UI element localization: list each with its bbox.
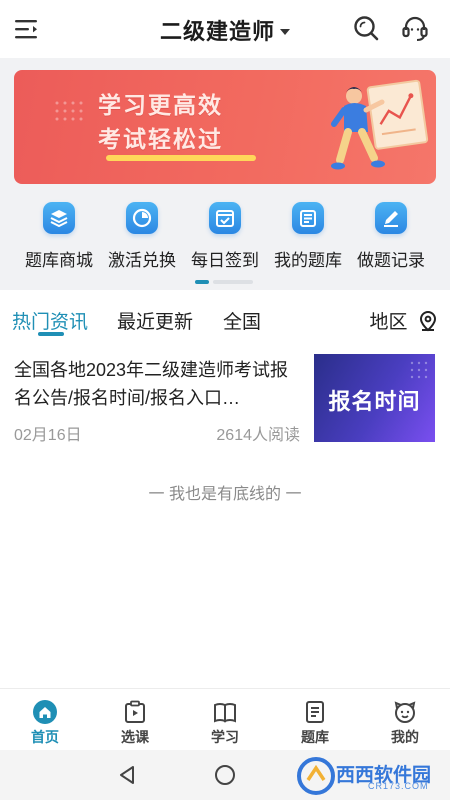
- region-selector[interactable]: 地区: [369, 307, 438, 333]
- news-read-count: 2614人阅读: [216, 427, 300, 444]
- bottom-tab-home[interactable]: 首页: [0, 689, 90, 747]
- search-icon[interactable]: [352, 14, 380, 42]
- watermark-subtext: CR173.COM: [368, 781, 429, 791]
- banner-slogan-1: 学习更高效: [98, 92, 223, 118]
- region-label: 地区: [369, 312, 408, 333]
- quick-nav-item-question-bank-store[interactable]: 题库商城: [14, 196, 104, 271]
- exam-selector[interactable]: 二级建造师: [0, 14, 450, 46]
- edit-icon: [375, 202, 407, 234]
- news-title: 全国各地2023年二级建造师考试报名公告/报名时间/报名入口…: [14, 360, 289, 408]
- app-header: 二级建造师: [0, 0, 450, 58]
- tab-indicator: [38, 332, 64, 336]
- bottom-tab-mine[interactable]: 我的: [360, 689, 450, 747]
- quick-nav-item-my-question-bank[interactable]: 我的题库: [263, 196, 353, 271]
- quick-nav-label: 我的题库: [274, 251, 342, 270]
- bottom-tab-study[interactable]: 学习: [180, 689, 270, 747]
- student-illustration: [331, 79, 429, 170]
- page-title: 二级建造师: [159, 19, 275, 44]
- document-icon: [306, 701, 324, 723]
- tab-recent-updates[interactable]: 最近更新: [117, 307, 193, 334]
- bottom-tab-label: 首页: [31, 729, 59, 745]
- layers-icon: [43, 202, 75, 234]
- dot-pattern-icon: [55, 101, 83, 121]
- dot-pattern-icon: [410, 361, 428, 379]
- quick-nav-label: 做题记录: [357, 251, 425, 270]
- face-icon: [394, 701, 416, 723]
- book-icon: [214, 703, 236, 723]
- quick-nav: 题库商城 激活兑换 每日签到 我的题库 做题记录: [0, 196, 450, 276]
- watermark: 西西软件园 CR173.COM: [296, 756, 446, 796]
- bottom-tab-courses[interactable]: 选课: [90, 689, 180, 747]
- back-triangle-icon[interactable]: [116, 763, 138, 787]
- quick-nav-label: 激活兑换: [108, 251, 176, 270]
- bottom-tab-label: 我的: [391, 729, 419, 745]
- quick-nav-label: 题库商城: [25, 251, 93, 270]
- bottom-tab-label: 题库: [301, 729, 329, 745]
- home-circle-icon[interactable]: [213, 763, 237, 787]
- home-icon: [33, 700, 57, 724]
- tab-hot-news[interactable]: 热门资讯: [12, 307, 88, 334]
- watermark-logo-icon: [297, 757, 335, 795]
- bottom-tab-label: 选课: [121, 729, 149, 745]
- list-end-message: 一 我也是有底线的 一: [148, 486, 302, 503]
- pager-indicator: [213, 280, 253, 284]
- news-thumbnail-text: 报名时间: [328, 389, 421, 414]
- news-date: 02月16日: [14, 427, 82, 444]
- location-pin-icon: [419, 310, 437, 331]
- bottom-tab-label: 学习: [211, 729, 239, 745]
- news-list-item[interactable]: 全国各地2023年二级建造师考试报名公告/报名时间/报名入口… 02月16日 2…: [0, 348, 450, 452]
- quick-nav-item-practice-record[interactable]: 做题记录: [346, 196, 436, 271]
- list-icon: [292, 202, 324, 234]
- banner-highlight: [106, 155, 256, 161]
- headset-icon[interactable]: [400, 14, 430, 44]
- calendar-check-icon: [209, 202, 241, 234]
- activate-icon: [126, 202, 158, 234]
- tab-nationwide[interactable]: 全国: [223, 307, 261, 334]
- bottom-tab-question-bank[interactable]: 题库: [270, 689, 360, 747]
- quick-nav-item-activate[interactable]: 激活兑换: [97, 196, 187, 271]
- promo-banner[interactable]: 学习更高效 考试轻松过: [14, 70, 436, 184]
- quick-nav-label: 每日签到: [191, 251, 259, 270]
- pager-indicator-active: [195, 280, 209, 284]
- quick-nav-item-daily-checkin[interactable]: 每日签到: [180, 196, 270, 271]
- play-clipboard-icon: [125, 700, 145, 723]
- banner-slogan-2: 考试轻松过: [98, 126, 223, 152]
- news-thumbnail: 报名时间: [314, 354, 435, 442]
- bottom-tab-bar: 首页 选课 学习 题库 我的: [0, 688, 450, 750]
- caret-down-icon: [280, 28, 290, 35]
